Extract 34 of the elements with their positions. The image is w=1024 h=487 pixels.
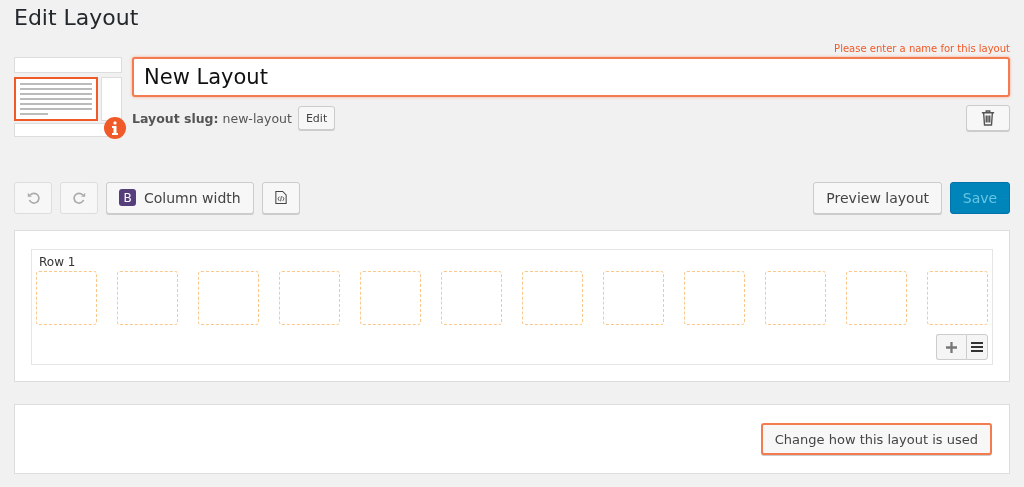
bootstrap-badge: B [119,189,136,206]
empty-column-cell[interactable] [603,271,664,325]
code-file-button[interactable] [261,181,300,214]
column-width-button[interactable]: B Column width [106,181,254,214]
redo-icon [72,191,86,204]
empty-column-cell[interactable] [441,271,502,325]
empty-column-cell[interactable] [279,271,340,325]
plus-icon [946,341,957,353]
delete-button[interactable] [966,105,1010,131]
empty-column-cell[interactable] [765,271,826,325]
trash-icon [981,110,995,126]
empty-column-cell[interactable] [846,271,907,325]
code-file-icon [274,190,287,205]
add-button[interactable] [936,334,966,360]
row-title: Row 1 [38,254,77,271]
menu-icon [971,342,983,352]
empty-column-cell[interactable] [927,271,988,325]
preview-layout-button[interactable]: Preview layout [813,181,942,214]
empty-column-cell[interactable] [198,271,259,325]
empty-column-cell[interactable] [117,271,178,325]
empty-column-cell[interactable] [360,271,421,325]
layout-name-field[interactable]: New Layout [132,57,1010,97]
column-width-label: Column width [144,189,241,206]
undo-icon [26,191,40,204]
empty-column-cell[interactable] [36,271,97,325]
empty-column-cell[interactable] [684,271,745,325]
menu-button[interactable] [966,334,988,360]
error-message: Please enter a name for this layout [833,42,1010,56]
layout-slug: Layout slug: new-layout [132,110,292,126]
change-usage-button[interactable]: Change how this layout is used [760,423,992,455]
info-icon [104,117,126,139]
page-title: Edit Layout [14,4,140,32]
edit-button[interactable]: Edit [297,106,336,130]
empty-column-cell[interactable] [522,271,583,325]
